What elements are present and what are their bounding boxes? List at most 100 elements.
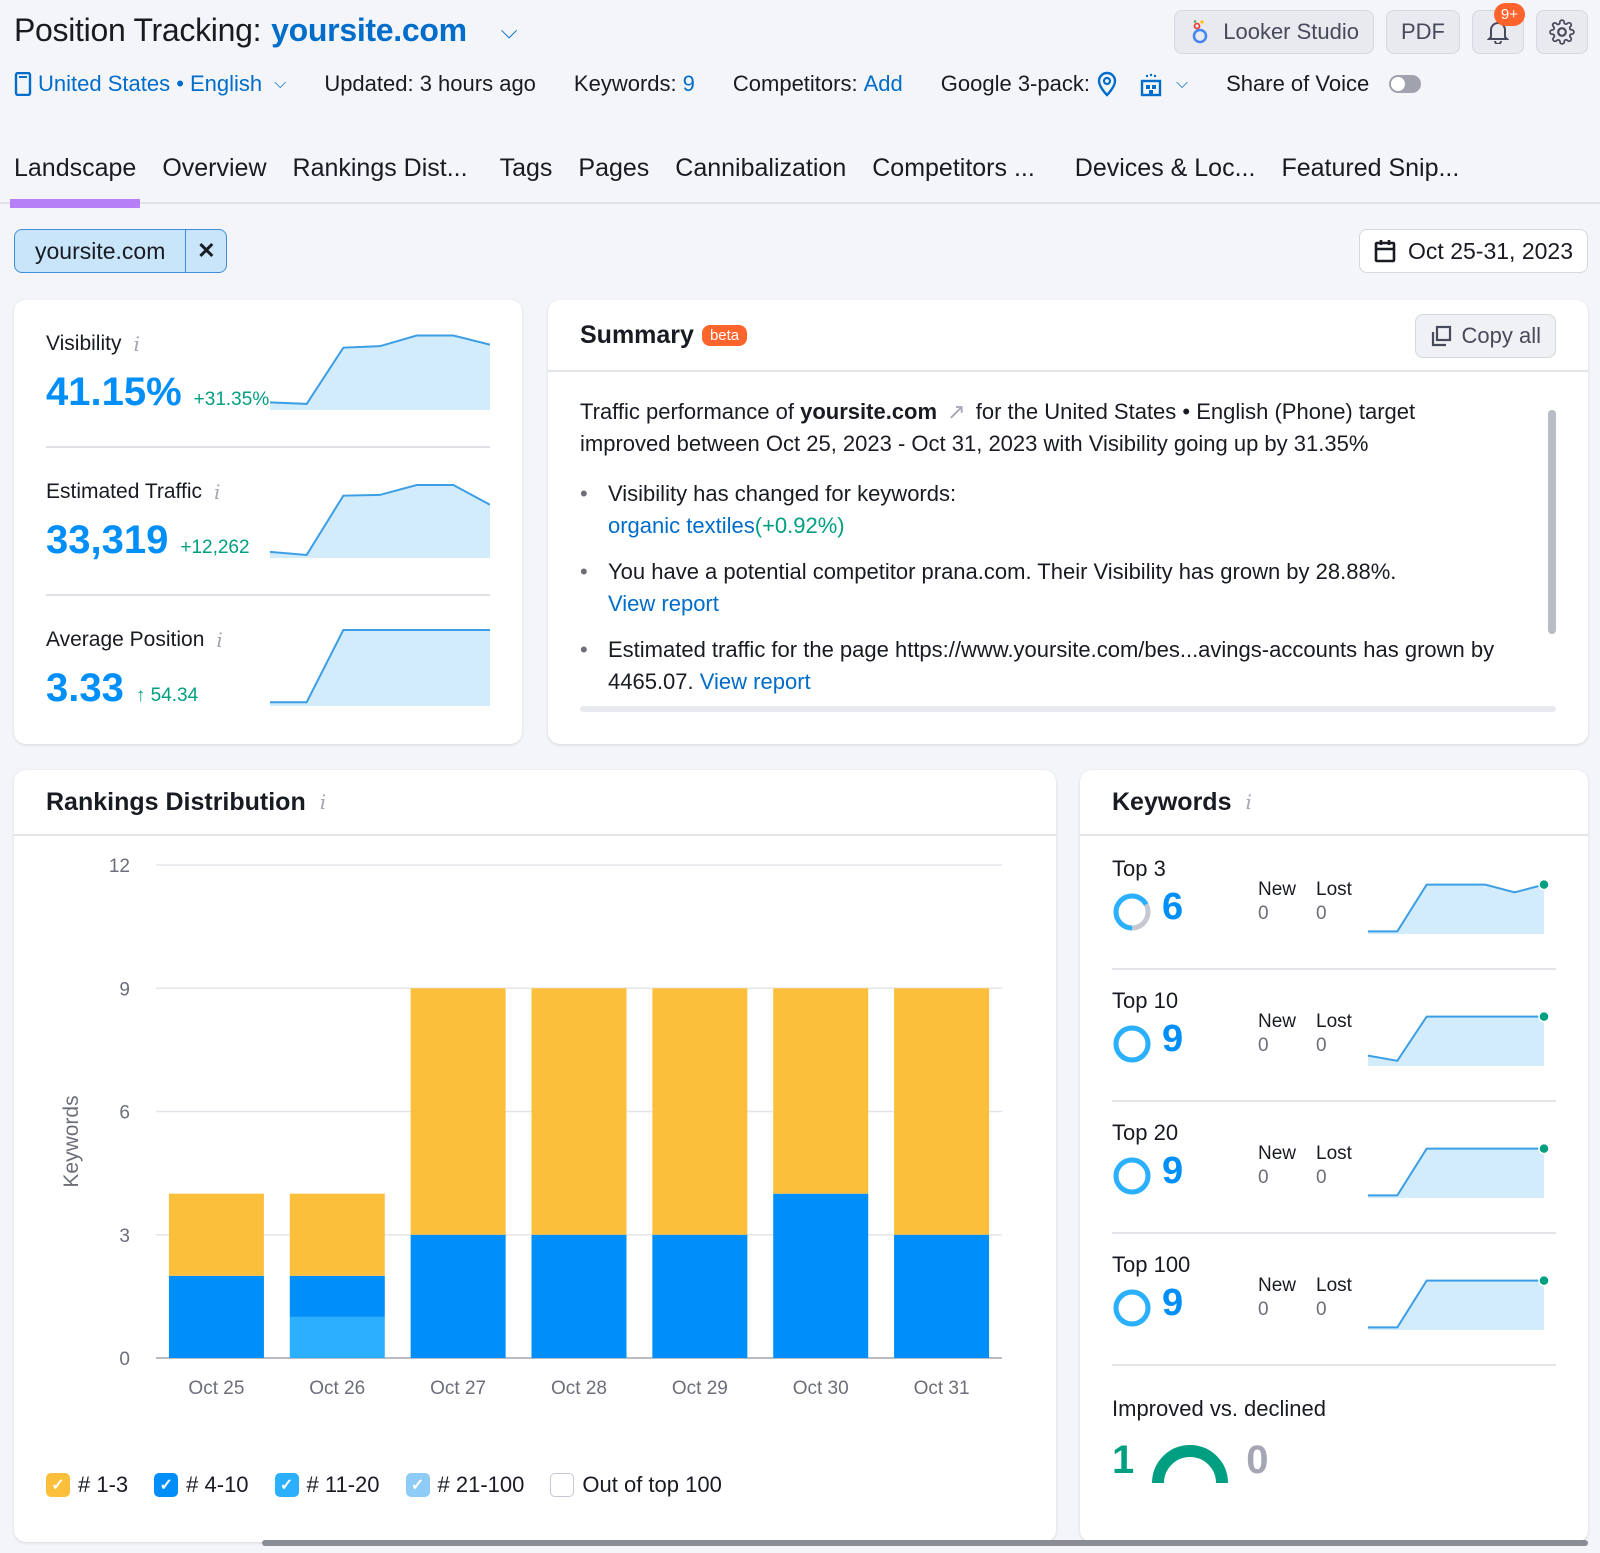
notification-badge: 9+	[1493, 3, 1525, 26]
copy-all-button[interactable]: Copy all	[1414, 314, 1556, 358]
y-tick-label: 12	[109, 856, 130, 877]
google-3-pack[interactable]: Google 3-pack: ⌵	[941, 71, 1188, 97]
new-count: 0	[1258, 903, 1269, 924]
chevron-down-icon: ⌵	[1175, 75, 1189, 92]
location-selector[interactable]: United States • English ⌵	[14, 71, 286, 97]
x-tick-label: Oct 29	[672, 1378, 728, 1399]
improved-vs-declined[interactable]: Improved vs. declined 1 0	[1112, 1396, 1326, 1483]
legend-item-11-20[interactable]: ✓ # 11-20	[274, 1472, 380, 1498]
looker-studio-button[interactable]: Looker Studio	[1174, 10, 1374, 54]
divider	[1112, 1364, 1556, 1366]
keywords-label: Keywords:	[573, 71, 677, 96]
tab-pages[interactable]: Pages	[578, 150, 649, 202]
horizontal-scrollbar[interactable]	[262, 1540, 1588, 1546]
keywords-count-link[interactable]: 9	[683, 71, 695, 97]
tab-tags[interactable]: Tags	[500, 150, 553, 202]
share-of-voice-toggle[interactable]	[1389, 75, 1422, 93]
sparkline-area	[1368, 1016, 1544, 1066]
metric-label: Visibility	[46, 332, 122, 355]
metric-estimated-traffic[interactable]: Estimated Traffic i 33,319 +12,262	[46, 448, 490, 596]
tab-cannibalization[interactable]: Cannibalization	[675, 150, 846, 202]
lost-label: Lost	[1316, 879, 1352, 900]
share-of-voice: Share of Voice	[1226, 71, 1422, 97]
metric-delta: +31.35%	[193, 389, 270, 410]
keyword-link[interactable]: organic textiles	[608, 513, 755, 538]
tab-competitors[interactable]: Competitors ...	[872, 150, 1035, 202]
project-selector[interactable]: yoursite.com	[271, 12, 467, 49]
legend-item-1-3[interactable]: ✓ # 1-3	[46, 1472, 128, 1498]
info-icon[interactable]: i	[214, 480, 220, 504]
metric-average-position[interactable]: Average Position i 3.33 ↑ 54.34	[46, 596, 490, 744]
beta-badge: beta	[701, 324, 748, 346]
top10-sparkline	[1368, 1010, 1550, 1066]
traffic-sparkline	[270, 484, 490, 558]
info-icon[interactable]: i	[133, 332, 139, 356]
summary-bullet: Visibility has changed for keywords: org…	[580, 478, 1510, 542]
date-range-picker[interactable]: Oct 25-31, 2023	[1359, 229, 1588, 273]
donut-ring-icon	[1113, 1289, 1151, 1327]
bullet-text: Visibility has changed for keywords:	[608, 481, 957, 506]
keywords-row-top-3[interactable]: Top 3 6 New 0 Lost 0	[1112, 838, 1556, 970]
legend-item-out-of-top-100[interactable]: Out of top 100	[550, 1472, 722, 1498]
location-label: United States • English	[38, 71, 263, 96]
y-axis-label: Keywords	[60, 1095, 83, 1187]
tab-overview[interactable]: Overview	[162, 150, 266, 202]
legend-item-21-100[interactable]: ✓ # 21-100	[405, 1472, 524, 1498]
rankings-title: Rankings Distribution	[46, 787, 306, 816]
metric-value: 3.33	[46, 666, 124, 710]
chevron-down-icon[interactable]: ⌵	[501, 18, 518, 44]
bar-segment	[289, 1316, 385, 1358]
new-lost: New 0 Lost 0	[1258, 1010, 1352, 1058]
legend-item-4-10[interactable]: ✓ # 4-10	[154, 1472, 249, 1498]
donut-ring-icon	[1113, 1157, 1151, 1195]
lost-count: 0	[1316, 1299, 1327, 1320]
keywords-row-top-20[interactable]: Top 20 9 New 0 Lost 0	[1112, 1102, 1556, 1234]
checkbox-checked-icon[interactable]: ✓	[154, 1473, 179, 1497]
lost-label: Lost	[1316, 1143, 1352, 1164]
close-icon[interactable]: ✕	[186, 230, 226, 272]
top3-sparkline	[1368, 878, 1550, 934]
tab-devices-locations[interactable]: Devices & Loc...	[1075, 150, 1256, 202]
keywords-row-top-10[interactable]: Top 10 9 New 0 Lost 0	[1112, 970, 1556, 1102]
settings-button[interactable]	[1536, 10, 1588, 54]
new-label: New	[1258, 879, 1297, 900]
improved-label: Improved vs. declined	[1112, 1396, 1326, 1421]
view-report-link[interactable]: View report	[608, 591, 719, 616]
ring-fill	[1113, 1025, 1151, 1063]
bar-segment	[773, 988, 869, 1194]
metric-delta: +12,262	[180, 537, 250, 558]
tab-landscape[interactable]: Landscape	[9, 150, 141, 208]
view-report-link[interactable]: View report	[700, 669, 811, 694]
info-icon[interactable]: i	[1245, 790, 1251, 814]
bar-segment	[773, 1193, 869, 1358]
pdf-button[interactable]: PDF	[1386, 10, 1460, 54]
notifications-button[interactable]: 9+	[1472, 3, 1525, 54]
tab-featured-snippets[interactable]: Featured Snip...	[1281, 150, 1459, 202]
info-icon[interactable]: i	[320, 790, 326, 814]
row-label: Top 3	[1112, 856, 1166, 881]
checkbox-checked-icon[interactable]: ✓	[405, 1473, 430, 1497]
info-icon[interactable]: i	[216, 628, 222, 652]
external-link-icon[interactable]: ↗	[947, 399, 965, 424]
summary-scrollbar[interactable]	[1548, 410, 1556, 634]
summary-intro-text: Traffic performance of	[580, 399, 794, 424]
y-tick-label: 3	[119, 1226, 130, 1247]
bar-segment	[652, 1234, 748, 1358]
y-tick-label: 9	[119, 979, 130, 1000]
domain-filter-label[interactable]: yoursite.com	[15, 230, 187, 272]
donut-ring-icon	[1113, 1025, 1151, 1063]
checkbox-checked-icon[interactable]: ✓	[274, 1473, 299, 1497]
sparkline-endpoint	[1538, 1274, 1550, 1287]
add-competitors-link[interactable]: Add	[864, 71, 903, 97]
metric-visibility[interactable]: Visibility i 41.15% +31.35%	[46, 300, 490, 448]
lost-count: 0	[1316, 1167, 1327, 1188]
tab-rankings-distribution[interactable]: Rankings Dist...	[293, 150, 468, 202]
visibility-sparkline	[270, 334, 490, 410]
bar-segment	[410, 1234, 506, 1358]
domain-filter-chip: yoursite.com ✕	[14, 229, 228, 273]
checkbox-unchecked-icon[interactable]	[550, 1473, 575, 1497]
checkbox-checked-icon[interactable]: ✓	[46, 1473, 70, 1497]
lost-count: 0	[1316, 1035, 1327, 1056]
keywords-row-top-100[interactable]: Top 100 9 New 0 Lost 0	[1112, 1234, 1556, 1366]
sparkline-area	[1368, 1280, 1544, 1330]
